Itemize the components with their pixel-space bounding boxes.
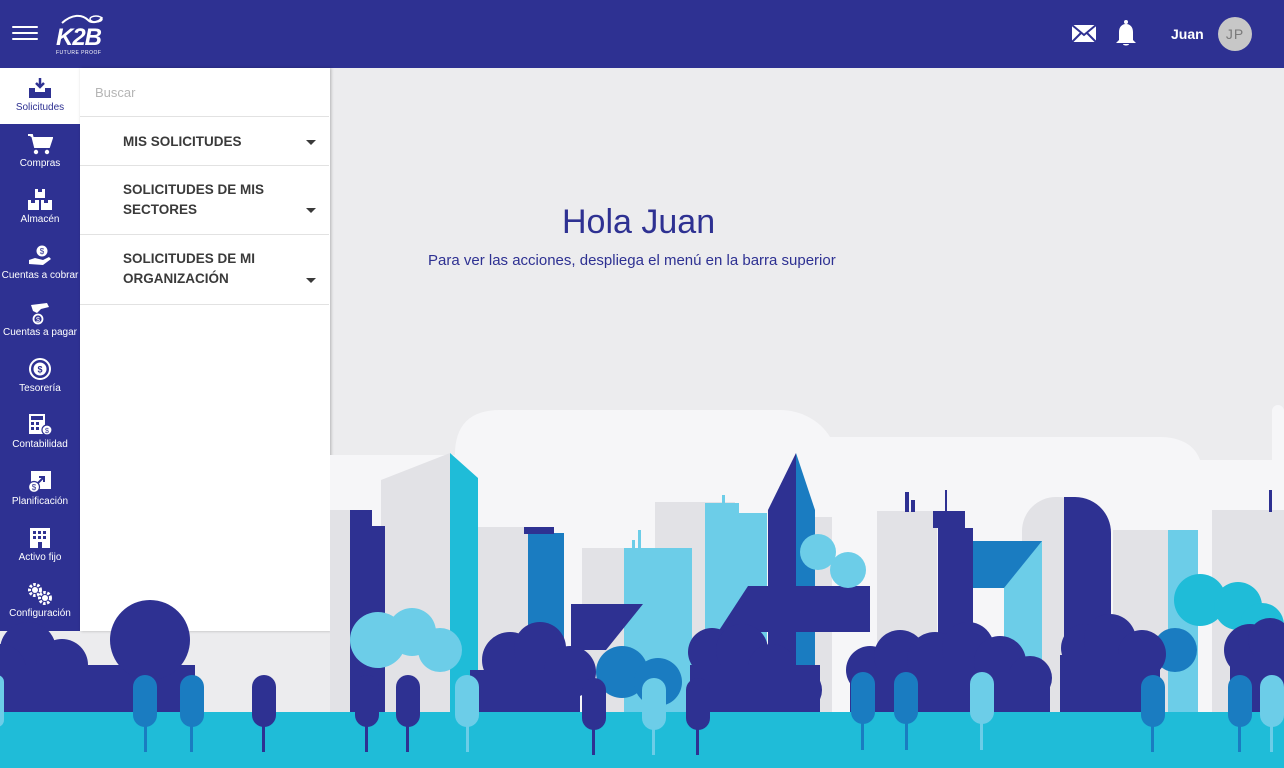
sidebar-item-cuentas-pagar[interactable]: $ Cuentas a pagar: [0, 293, 80, 349]
chevron-down-icon: [306, 278, 316, 283]
svg-text:$: $: [40, 247, 45, 256]
hand-coin-icon: $: [29, 245, 51, 265]
chevron-down-icon: [306, 140, 316, 145]
hand-pay-icon: $: [31, 303, 49, 325]
boxes-icon: [28, 189, 52, 210]
sidebar-item-compras[interactable]: Compras: [0, 124, 80, 180]
sidebar-item-solicitudes[interactable]: Solicitudes: [0, 68, 80, 124]
sidebar-item-label: Compras: [19, 158, 61, 169]
cart-icon: [28, 134, 53, 155]
sidebar-item-label: Almacén: [20, 214, 60, 225]
top-bar: K2B FUTURE PROOF Juan JP: [0, 0, 1284, 68]
sidebar-item-almacen[interactable]: Almacén: [0, 180, 80, 236]
sidebar-item-label: Solicitudes: [15, 102, 65, 113]
inbox-icon: [29, 78, 51, 98]
svg-text:$: $: [37, 365, 42, 375]
sidebar-item-label: Cuentas a pagar: [3, 327, 77, 338]
user-avatar[interactable]: JP: [1218, 17, 1252, 51]
welcome-heading: Hola Juan: [562, 203, 716, 241]
user-name[interactable]: Juan: [1171, 26, 1204, 42]
menu-item-mis-solicitudes[interactable]: MIS SOLICITUDES: [80, 117, 329, 166]
search-input[interactable]: [80, 68, 329, 117]
treasury-coin-icon: $: [29, 358, 51, 380]
menu-item-mi-organizacion[interactable]: SOLICITUDES DE MI ORGANIZACIÓN: [80, 235, 329, 305]
city-skyline-illustration: [0, 405, 1284, 768]
sidebar-item-label: Tesorería: [19, 383, 61, 394]
menu-item-label: SOLICITUDES DE MI ORGANIZACIÓN: [123, 251, 256, 286]
sidebar-item-cuentas-cobrar[interactable]: $ Cuentas a cobrar: [0, 236, 80, 292]
mail-icon[interactable]: [1069, 18, 1099, 48]
svg-text:$: $: [36, 317, 40, 324]
hamburger-menu-icon[interactable]: [12, 22, 38, 44]
welcome-instructions: Para ver las acciones, despliega el menú…: [428, 252, 836, 269]
sidebar-item-tesoreria[interactable]: $ Tesorería: [0, 349, 80, 405]
sidebar-item-label: Cuentas a cobrar: [1, 270, 79, 281]
logo-tagline: FUTURE PROOF: [56, 50, 102, 56]
menu-item-label: MIS SOLICITUDES: [123, 134, 242, 149]
menu-item-label: SOLICITUDES DE MIS SECTORES: [123, 182, 265, 217]
bell-icon[interactable]: [1111, 18, 1141, 48]
logo-text: K2B: [56, 24, 102, 51]
menu-item-mis-sectores[interactable]: SOLICITUDES DE MIS SECTORES: [80, 166, 329, 235]
k2b-logo[interactable]: K2B FUTURE PROOF: [54, 14, 110, 58]
chevron-down-icon: [306, 208, 316, 213]
